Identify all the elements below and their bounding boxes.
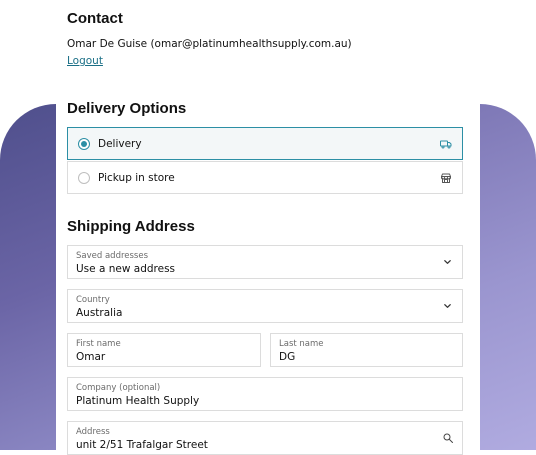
background-left-gradient <box>0 104 56 450</box>
saved-addresses-label: Saved addresses <box>76 251 149 261</box>
checkout-form-panel: Contact Omar De Guise (omar@platinumheal… <box>56 0 480 455</box>
background-right-gradient <box>480 104 536 450</box>
pickup-option-label: Pickup in store <box>98 171 175 184</box>
country-select[interactable]: Country Australia <box>67 289 463 323</box>
company-field[interactable]: Company (optional) Platinum Health Suppl… <box>67 377 463 411</box>
last-name-label: Last name <box>279 339 324 349</box>
country-label: Country <box>76 295 110 305</box>
logout-link[interactable]: Logout <box>67 55 103 67</box>
shipping-address-heading: Shipping Address <box>67 218 195 235</box>
radio-unselected-icon[interactable] <box>78 171 90 184</box>
address-label: Address <box>76 427 110 437</box>
chevron-down-icon <box>444 260 451 264</box>
saved-addresses-value: Use a new address <box>76 263 176 275</box>
search-icon[interactable] <box>442 432 454 444</box>
delivery-option-delivery[interactable]: Delivery <box>67 127 463 160</box>
company-label: Company (optional) <box>76 383 161 393</box>
delivery-option-pickup[interactable]: Pickup in store <box>67 161 463 194</box>
radio-selected-icon[interactable] <box>78 137 90 150</box>
company-value: Platinum Health Supply <box>76 395 200 407</box>
saved-addresses-select[interactable]: Saved addresses Use a new address <box>67 245 463 279</box>
chevron-down-icon <box>444 304 451 308</box>
first-name-value: Omar <box>76 351 106 363</box>
delivery-options-heading: Delivery Options <box>67 100 187 117</box>
address-value: unit 2/51 Trafalgar Street <box>76 439 208 451</box>
contact-heading: Contact <box>67 10 123 27</box>
delivery-option-label: Delivery <box>98 137 142 150</box>
first-name-label: First name <box>76 339 121 349</box>
store-icon <box>441 173 451 183</box>
contact-user-info: Omar De Guise (omar@platinumhealthsupply… <box>67 38 352 50</box>
last-name-field[interactable]: Last name DG <box>270 333 463 367</box>
truck-icon <box>440 140 452 148</box>
last-name-value: DG <box>279 351 296 363</box>
country-value: Australia <box>76 307 123 319</box>
first-name-field[interactable]: First name Omar <box>67 333 261 367</box>
